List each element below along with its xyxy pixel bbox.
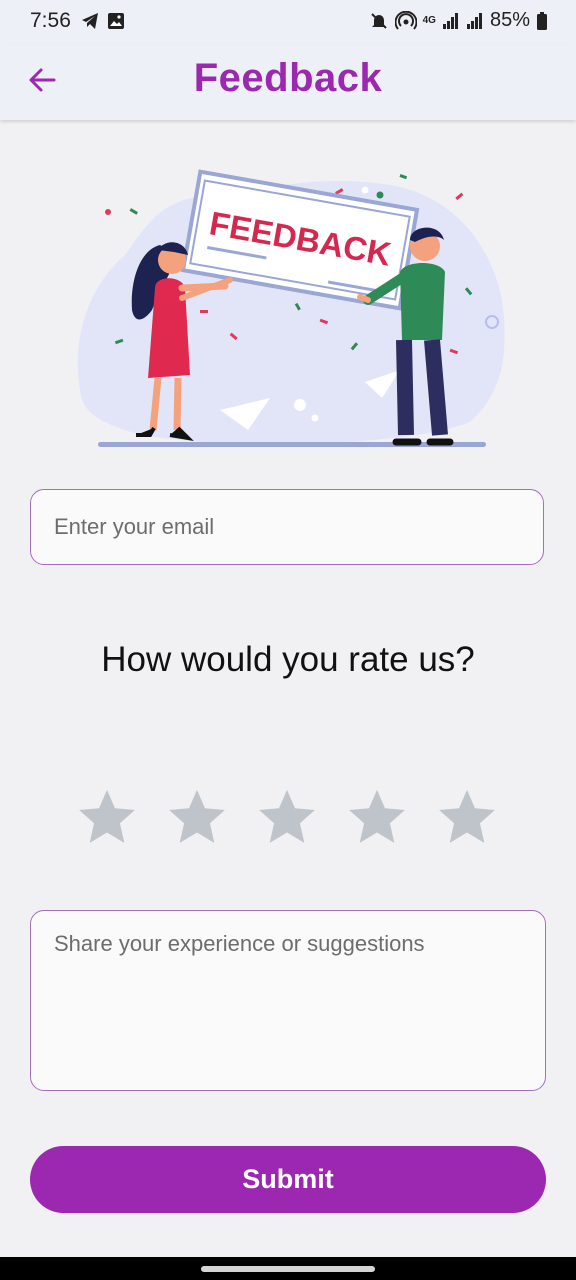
star-icon[interactable] [76,786,138,848]
home-handle[interactable] [201,1266,375,1272]
signal-icon [442,12,458,29]
page-title: Feedback [193,56,383,100]
network-type: 4G [422,14,436,26]
star-icon[interactable] [346,786,408,848]
mute-icon [370,12,387,29]
star-icon[interactable] [436,786,498,848]
status-time: 7:56 [30,9,71,32]
hotspot-icon [394,10,417,30]
status-notification-icons [80,11,126,31]
gallery-icon [108,13,124,29]
telegram-icon [82,13,98,29]
feedback-textarea[interactable] [30,910,546,1091]
status-system-icons: 4G 85% [369,9,548,32]
feedback-illustration: FEEDBACK [77,169,505,447]
email-field[interactable] [30,489,544,565]
star-icon[interactable] [166,786,228,848]
submit-button[interactable]: Submit [30,1146,546,1213]
status-bar: 7:56 4G 85% [0,0,576,44]
rating-question: How would you rate us? [101,640,475,679]
app-bar: Feedback [0,44,576,120]
signal-icon [466,12,482,29]
star-rating[interactable] [76,786,498,848]
battery-percentage: 85% [489,9,530,31]
battery-icon [537,11,547,30]
navigation-bar [0,1257,576,1280]
star-icon[interactable] [256,786,318,848]
